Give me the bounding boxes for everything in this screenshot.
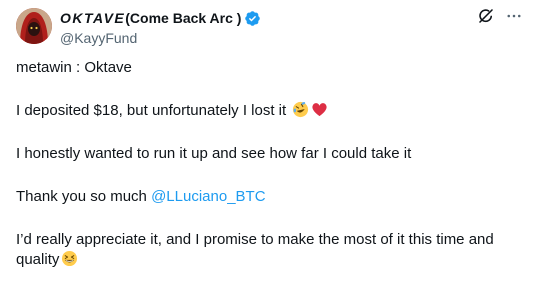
grok-icon[interactable] bbox=[476, 6, 496, 26]
tweet-line: metawin : Oktave bbox=[16, 59, 132, 76]
name-row: OKTAVE(Come Back Arc ) bbox=[60, 8, 261, 28]
hooded-figure-avatar-icon bbox=[16, 8, 52, 44]
tweet-line: I honestly wanted to run it up and see h… bbox=[16, 145, 412, 162]
display-name[interactable]: OKTAVE(Come Back Arc ) bbox=[60, 9, 241, 27]
tweet-line: I deposited $18, but unfortunately I los… bbox=[16, 101, 526, 121]
tweet-text: metawin : Oktave I deposited $18, but un… bbox=[16, 58, 526, 270]
tweet[interactable]: OKTAVE(Come Back Arc ) @KayyFund metawin… bbox=[0, 0, 538, 281]
tweet-header: OKTAVE(Come Back Arc ) @KayyFund bbox=[60, 8, 261, 47]
tweet-line: Thank you so much @LLuciano_BTC bbox=[16, 188, 266, 205]
mention-link[interactable]: @LLuciano_BTC bbox=[151, 188, 265, 205]
avatar[interactable] bbox=[16, 8, 52, 44]
verified-badge-icon bbox=[244, 10, 261, 27]
more-horizontal-icon[interactable] bbox=[504, 6, 524, 26]
tweet-line: I’d really appreciate it, and I promise … bbox=[16, 231, 494, 268]
red-heart-emoji-icon bbox=[311, 101, 328, 118]
tweet-actions bbox=[476, 6, 524, 26]
grinning-squinting-emoji-icon bbox=[61, 250, 78, 267]
rolling-on-floor-laughing-emoji-icon bbox=[292, 101, 309, 118]
author-handle[interactable]: @KayyFund bbox=[60, 29, 261, 47]
